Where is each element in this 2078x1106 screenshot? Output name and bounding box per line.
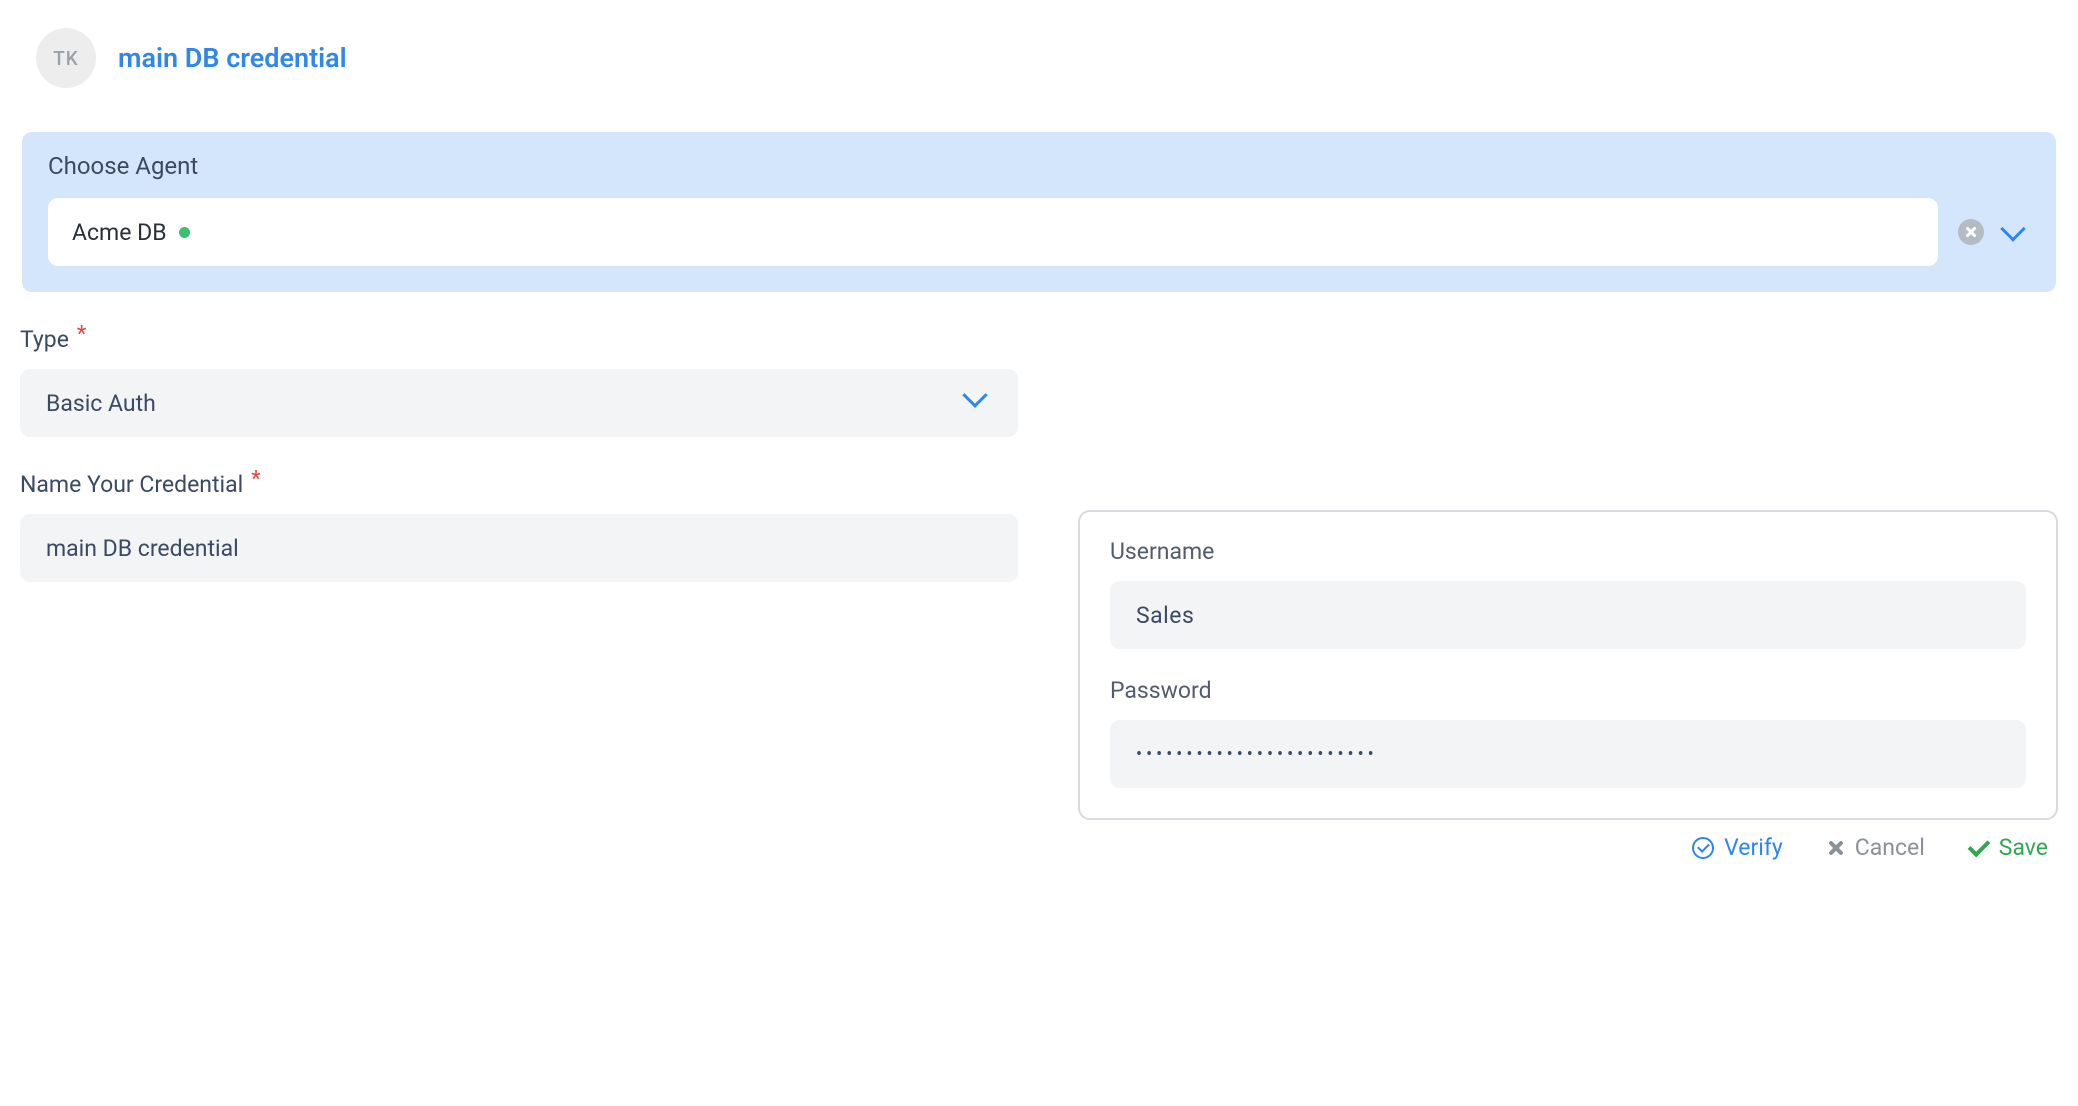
page-title: main DB credential bbox=[118, 42, 347, 74]
choose-agent-label: Choose Agent bbox=[48, 152, 2030, 180]
status-dot-icon bbox=[179, 227, 190, 238]
username-label: Username bbox=[1110, 538, 2026, 565]
avatar-initials: TK bbox=[53, 47, 79, 70]
password-label: Password bbox=[1110, 677, 2026, 704]
cancel-label: Cancel bbox=[1855, 834, 1925, 861]
required-star-icon: * bbox=[251, 469, 260, 491]
verify-label: Verify bbox=[1724, 834, 1783, 861]
type-field-block: Type * Basic Auth bbox=[20, 326, 1018, 437]
required-star-icon: * bbox=[77, 324, 86, 346]
type-selected-value: Basic Auth bbox=[46, 390, 156, 417]
cancel-button[interactable]: Cancel bbox=[1827, 834, 1925, 861]
password-input[interactable] bbox=[1110, 720, 2026, 788]
close-icon bbox=[1827, 839, 1845, 857]
type-select[interactable]: Basic Auth bbox=[20, 369, 1018, 437]
name-label: Name Your Credential bbox=[20, 471, 243, 498]
save-label: Save bbox=[1999, 834, 2048, 861]
credentials-panel: Username Password bbox=[1078, 510, 2058, 820]
avatar: TK bbox=[36, 28, 96, 88]
name-field-block: Name Your Credential * bbox=[20, 471, 1018, 582]
agent-selected-value: Acme DB bbox=[72, 219, 167, 246]
username-input[interactable] bbox=[1110, 581, 2026, 649]
verify-button[interactable]: Verify bbox=[1692, 834, 1783, 861]
verify-icon bbox=[1692, 837, 1714, 859]
footer-actions: Verify Cancel Save bbox=[1078, 820, 2058, 861]
agent-select[interactable]: Acme DB bbox=[48, 198, 1938, 266]
save-button[interactable]: Save bbox=[1969, 834, 2048, 861]
page-header: TK main DB credential bbox=[20, 28, 2058, 88]
choose-agent-panel: Choose Agent Acme DB bbox=[22, 132, 2056, 292]
credential-name-input[interactable] bbox=[20, 514, 1018, 582]
chevron-down-icon[interactable] bbox=[2000, 216, 2025, 241]
clear-icon[interactable] bbox=[1958, 219, 1984, 245]
check-icon bbox=[1967, 834, 1990, 857]
type-label: Type bbox=[20, 326, 69, 353]
